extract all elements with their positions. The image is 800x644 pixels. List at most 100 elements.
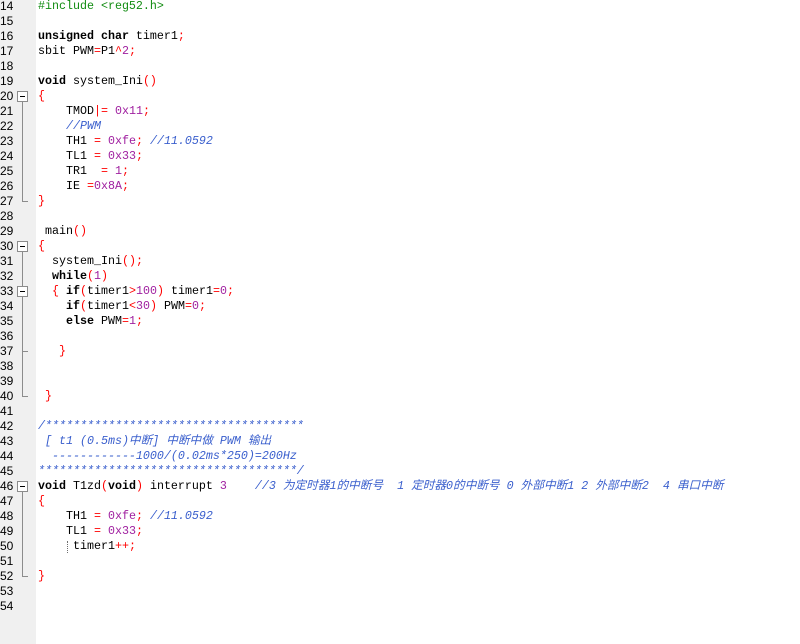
line-text[interactable]: main(): [38, 224, 800, 239]
code-line[interactable]: 20 {: [0, 89, 800, 104]
code-line[interactable]: 14 #include <reg52.h>: [0, 0, 800, 14]
line-text[interactable]: void T1zd(void) interrupt 3 //3 为定时器1的中断…: [38, 479, 800, 494]
fold-branch-end-icon: [17, 344, 28, 359]
code-line[interactable]: 15: [0, 14, 800, 29]
line-text[interactable]: }: [38, 389, 800, 404]
code-line[interactable]: 40 }: [0, 389, 800, 404]
code-line[interactable]: 53: [0, 584, 800, 599]
line-text[interactable]: [38, 14, 800, 29]
code-line[interactable]: 28: [0, 209, 800, 224]
line-text[interactable]: }: [38, 194, 800, 209]
code-line[interactable]: 46 void T1zd(void) interrupt 3 //3 为定时器1的…: [0, 479, 800, 494]
line-text[interactable]: [38, 404, 800, 419]
code-line[interactable]: 17 sbit PWM=P1^2;: [0, 44, 800, 59]
code-line[interactable]: 45 *************************************/: [0, 464, 800, 479]
token-operator: =: [93, 509, 101, 523]
code-line[interactable]: 16 unsigned char timer1;: [0, 29, 800, 44]
code-line[interactable]: 27}: [0, 194, 800, 209]
token-identifier: TH1: [38, 134, 94, 148]
code-line[interactable]: 44 ------------1000/(0.02ms*250)=200Hz: [0, 449, 800, 464]
line-text[interactable]: [38, 209, 800, 224]
code-line[interactable]: 47 {: [0, 494, 800, 509]
line-text[interactable]: TMOD|= 0x11;: [38, 104, 800, 119]
token-operator: (: [79, 299, 87, 313]
code-line[interactable]: 43 [ t1 (0.5ms)中断] 中断中做 PWM 输出: [0, 434, 800, 449]
line-text[interactable]: TR1 = 1;: [38, 164, 800, 179]
code-line[interactable]: 54: [0, 599, 800, 614]
line-text[interactable]: {: [38, 494, 800, 509]
line-text[interactable]: TL1 = 0x33;: [38, 524, 800, 539]
code-line[interactable]: 38: [0, 359, 800, 374]
line-text[interactable]: //PWM: [38, 119, 800, 134]
token-operator: =: [121, 314, 129, 328]
line-text[interactable]: [38, 359, 800, 374]
line-text[interactable]: system_Ini();: [38, 254, 800, 269]
code-line[interactable]: 26 IE =0x8A;: [0, 179, 800, 194]
line-text[interactable]: {: [38, 89, 800, 104]
line-text[interactable]: {: [38, 239, 800, 254]
line-text[interactable]: void system_Ini(): [38, 74, 800, 89]
line-number: 41: [0, 404, 14, 418]
fold-collapse-icon[interactable]: [17, 89, 28, 104]
line-text[interactable]: [38, 374, 800, 389]
fold-collapse-nested-icon[interactable]: [17, 284, 28, 299]
token-keyword: void: [107, 479, 136, 493]
code-line[interactable]: 22 //PWM: [0, 119, 800, 134]
line-text[interactable]: }: [38, 569, 800, 584]
line-text[interactable]: timer1++;: [38, 539, 800, 554]
code-line[interactable]: 51: [0, 554, 800, 569]
code-line[interactable]: 49 TL1 = 0x33;: [0, 524, 800, 539]
code-line[interactable]: 23 TH1 = 0xfe; //11.0592: [0, 134, 800, 149]
code-editor[interactable]: 14 #include <reg52.h> 15 16 unsigned char ti…: [0, 0, 800, 644]
line-text[interactable]: [38, 554, 800, 569]
token-preprocessor: #include <reg52.h>: [38, 0, 164, 13]
code-line[interactable]: 19 void system_Ini(): [0, 74, 800, 89]
line-text[interactable]: sbit PWM=P1^2;: [38, 44, 800, 59]
line-text[interactable]: TH1 = 0xfe; //11.0592: [38, 134, 800, 149]
token-keyword: else: [38, 314, 94, 328]
code-line[interactable]: 35 else PWM=1;: [0, 314, 800, 329]
line-text[interactable]: unsigned char timer1;: [38, 29, 800, 44]
line-text[interactable]: [ t1 (0.5ms)中断] 中断中做 PWM 输出: [38, 434, 800, 449]
code-line[interactable]: 25 TR1 = 1;: [0, 164, 800, 179]
line-text[interactable]: [38, 329, 800, 344]
token-number: 1: [128, 314, 136, 328]
code-line[interactable]: 52}: [0, 569, 800, 584]
line-text[interactable]: while(1): [38, 269, 800, 284]
line-text[interactable]: [38, 599, 800, 614]
line-text[interactable]: *************************************/: [38, 464, 800, 479]
code-line[interactable]: 50 timer1++;: [0, 539, 800, 554]
code-line[interactable]: 32 while(1): [0, 269, 800, 284]
code-line[interactable]: 31 system_Ini();: [0, 254, 800, 269]
line-number: 27: [0, 194, 14, 208]
code-line[interactable]: 37 }: [0, 344, 800, 359]
line-text[interactable]: [38, 59, 800, 74]
code-line[interactable]: 33 { if(timer1>100) timer1=0;: [0, 284, 800, 299]
line-text[interactable]: TH1 = 0xfe; //11.0592: [38, 509, 800, 524]
code-line[interactable]: 29 main(): [0, 224, 800, 239]
token-operator: =: [93, 134, 101, 148]
token-number: 0xfe: [100, 134, 136, 148]
line-text[interactable]: if(timer1<30) PWM=0;: [38, 299, 800, 314]
code-line[interactable]: 36: [0, 329, 800, 344]
line-text[interactable]: TL1 = 0x33;: [38, 149, 800, 164]
line-text[interactable]: #include <reg52.h>: [38, 0, 800, 14]
code-line[interactable]: 39: [0, 374, 800, 389]
code-line[interactable]: 21 TMOD|= 0x11;: [0, 104, 800, 119]
line-text[interactable]: [38, 584, 800, 599]
line-text[interactable]: ------------1000/(0.02ms*250)=200Hz: [38, 449, 800, 464]
fold-collapse-icon[interactable]: [17, 479, 28, 494]
code-line[interactable]: 18: [0, 59, 800, 74]
code-line[interactable]: 42 /*************************************: [0, 419, 800, 434]
line-text[interactable]: /*************************************: [38, 419, 800, 434]
code-line[interactable]: 41: [0, 404, 800, 419]
code-line[interactable]: 30 {: [0, 239, 800, 254]
line-text[interactable]: else PWM=1;: [38, 314, 800, 329]
line-text[interactable]: }: [38, 344, 800, 359]
line-text[interactable]: { if(timer1>100) timer1=0;: [38, 284, 800, 299]
code-line[interactable]: 24 TL1 = 0x33;: [0, 149, 800, 164]
line-text[interactable]: IE =0x8A;: [38, 179, 800, 194]
code-line[interactable]: 48 TH1 = 0xfe; //11.0592: [0, 509, 800, 524]
fold-collapse-icon[interactable]: [17, 239, 28, 254]
code-line[interactable]: 34 if(timer1<30) PWM=0;: [0, 299, 800, 314]
